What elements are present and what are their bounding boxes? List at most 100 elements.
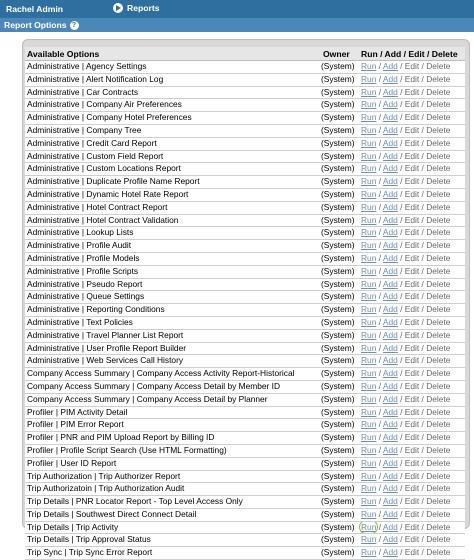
add-link[interactable]: Add [383,163,398,173]
run-link[interactable]: Run [361,343,376,353]
run-link[interactable]: Run [361,87,376,97]
run-link[interactable]: Run [361,483,376,493]
run-link[interactable]: Run [361,407,376,417]
run-link[interactable]: Run [361,253,376,263]
add-link[interactable]: Add [383,509,398,519]
run-link[interactable]: Run [361,471,376,481]
run-link[interactable]: Run [361,317,376,327]
add-link[interactable]: Add [383,99,398,109]
add-link[interactable]: Add [383,112,398,122]
delete-action: Delete [426,73,451,84]
add-link[interactable]: Add [383,279,398,289]
run-link[interactable]: Run [361,176,376,186]
add-link[interactable]: Add [383,61,398,71]
run-link[interactable]: Run [361,215,376,225]
action-separator: / [397,73,405,84]
add-link[interactable]: Add [383,240,398,250]
add-link[interactable]: Add [383,368,398,378]
add-link[interactable]: Add [383,355,398,365]
add-link[interactable]: Add [383,394,398,404]
add-link[interactable]: Add [383,253,398,263]
run-link[interactable]: Run [361,99,376,109]
run-link[interactable]: Run [361,458,376,468]
run-link[interactable]: Run [361,304,376,314]
run-link[interactable]: Run [361,151,376,161]
report-name: Trip Details | Southwest Direct Connect … [25,508,321,522]
run-link[interactable]: Run [361,445,376,455]
add-link[interactable]: Add [383,381,398,391]
action-separator: / [397,265,405,276]
run-link[interactable]: Run [361,394,376,404]
run-link[interactable]: Run [361,291,376,301]
run-link[interactable]: Run [361,547,376,557]
add-link[interactable]: Add [383,215,398,225]
table-row: Administrative | Profile Scripts (System)… [25,265,465,279]
run-link[interactable]: Run [361,138,376,148]
add-link[interactable]: Add [383,227,398,237]
delete-action: Delete [426,380,451,391]
add-link[interactable]: Add [383,202,398,212]
delete-action: Delete [426,278,451,289]
run-link[interactable]: Run [361,125,376,135]
help-icon[interactable]: ? [69,20,79,30]
report-name: Administrative | Company Hotel Preferenc… [25,111,321,125]
run-link[interactable]: Run [361,534,376,544]
run-link[interactable]: Run [361,189,376,199]
delete-action: Delete [426,201,451,212]
add-link[interactable]: Add [383,419,398,429]
run-link[interactable]: Run [361,432,376,442]
reports-nav-link[interactable]: Reports [113,3,159,13]
run-link[interactable]: Run [361,61,376,71]
delete-action: Delete [426,457,451,468]
action-separator: / [397,470,405,481]
add-link[interactable]: Add [383,547,398,557]
run-link[interactable]: Run [361,355,376,365]
add-link[interactable]: Add [383,458,398,468]
run-link[interactable]: Run [361,330,376,340]
add-link[interactable]: Add [383,445,398,455]
add-link[interactable]: Add [383,266,398,276]
run-link[interactable]: Run [361,227,376,237]
run-link[interactable]: Run [361,240,376,250]
delete-action: Delete [426,444,451,455]
add-link[interactable]: Add [383,138,398,148]
run-link[interactable]: Run [361,419,376,429]
run-link[interactable]: Run [361,496,376,506]
delete-action: Delete [426,61,451,71]
edit-action: Edit [404,124,420,135]
run-link[interactable]: Run [361,381,376,391]
run-link[interactable]: Run [361,202,376,212]
add-link[interactable]: Add [383,343,398,353]
add-link[interactable]: Add [383,330,398,340]
add-link[interactable]: Add [383,189,398,199]
add-link[interactable]: Add [383,176,398,186]
add-link[interactable]: Add [383,496,398,506]
add-link[interactable]: Add [383,483,398,493]
run-link[interactable]: Run [361,112,376,122]
delete-action: Delete [426,547,451,558]
add-link[interactable]: Add [383,151,398,161]
delete-action: Delete [426,483,451,494]
add-link[interactable]: Add [383,291,398,301]
run-link[interactable]: Run [361,163,376,173]
run-link[interactable]: Run [361,266,376,276]
add-link[interactable]: Add [383,317,398,327]
table-row: Trip Authorization | Trip Authorizer Rep… [25,470,465,484]
run-link[interactable]: Run [361,509,376,519]
add-link[interactable]: Add [383,432,398,442]
run-link[interactable]: Run [361,74,376,84]
add-link[interactable]: Add [383,304,398,314]
add-link[interactable]: Add [383,407,398,417]
add-link[interactable]: Add [383,87,398,97]
report-actions: Run / Add / Edit / Delete [359,303,465,317]
report-actions: Run / Add / Edit / Delete [359,175,465,189]
add-link[interactable]: Add [383,125,398,135]
add-link[interactable]: Add [383,471,398,481]
add-link[interactable]: Add [383,534,398,544]
add-link[interactable]: Add [383,522,398,532]
run-link[interactable]: Run [361,279,376,289]
run-link[interactable]: Run [359,521,379,533]
add-link[interactable]: Add [383,74,398,84]
edit-action: Edit [404,99,420,110]
run-link[interactable]: Run [361,368,376,378]
